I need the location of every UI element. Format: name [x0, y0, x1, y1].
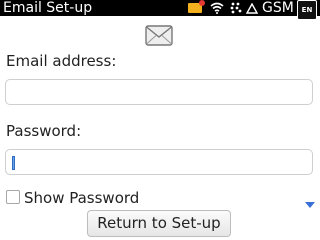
text-cursor — [12, 156, 15, 170]
return-to-setup-button[interactable]: Return to Set-up — [87, 210, 231, 237]
app-title: Email Set-up — [3, 0, 93, 16]
network-label: GSM — [262, 0, 294, 16]
password-field[interactable] — [5, 149, 313, 175]
roaming-triangle-icon — [246, 3, 258, 14]
blackberry-icon — [230, 2, 242, 14]
wifi-icon — [210, 2, 224, 14]
email-address-field[interactable] — [5, 79, 313, 105]
status-bar: Email Set-up GSM EN — [0, 0, 320, 20]
show-password-label[interactable]: Show Password — [24, 189, 139, 207]
show-password-checkbox[interactable] — [6, 190, 20, 204]
email-address-label: Email address: — [6, 52, 117, 70]
new-mail-icon — [188, 0, 205, 13]
email-envelope-icon — [145, 25, 173, 46]
password-label: Password: — [6, 122, 82, 140]
language-indicator[interactable]: EN — [297, 0, 317, 20]
